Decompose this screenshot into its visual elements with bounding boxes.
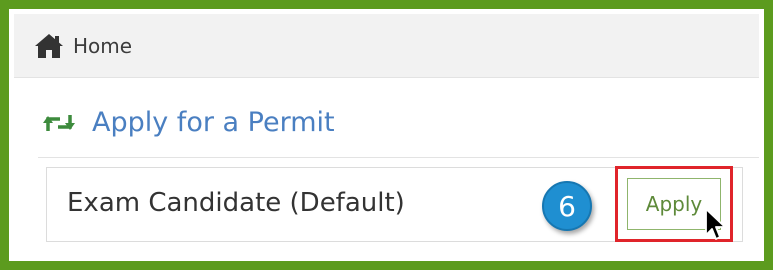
home-icon <box>34 33 64 59</box>
page-title: Apply for a Permit <box>92 107 335 138</box>
step-number-badge: 6 <box>542 181 592 231</box>
permit-type-label: Exam Candidate (Default) <box>67 188 405 218</box>
breadcrumb: Home <box>14 14 759 78</box>
retweet-arrows-icon <box>42 113 76 137</box>
mouse-pointer-icon <box>704 208 730 246</box>
section-divider <box>38 157 759 158</box>
section-header: Apply for a Permit <box>14 78 759 158</box>
breadcrumb-home-link[interactable]: Home <box>34 33 132 59</box>
breadcrumb-home-label: Home <box>73 34 133 58</box>
